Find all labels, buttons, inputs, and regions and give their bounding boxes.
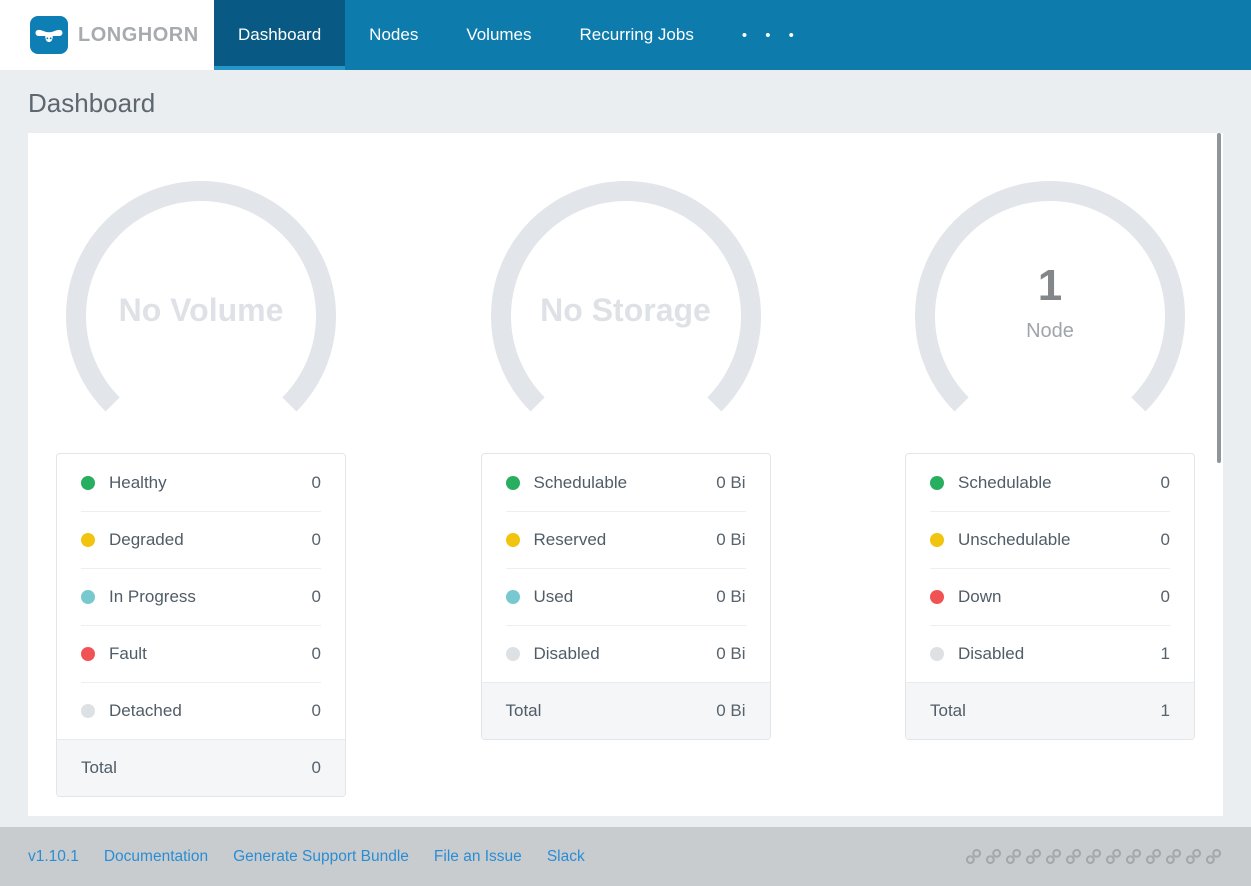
nav-tab-nodes[interactable]: Nodes [345,0,442,70]
link-icon [1125,848,1142,865]
legend-row-unschedulable: Unschedulable 0 [906,511,1194,568]
node-gauge: 1 Node [905,181,1195,421]
footer-link-icons [964,847,1223,866]
legend-total-row: Total 1 [906,682,1194,739]
legend-row-used: Used 0 Bi [482,568,770,625]
link-icon [1065,848,1082,865]
brand[interactable]: LONGHORN [0,0,214,70]
status-dot [930,532,944,547]
legend-row-detached: Detached 0 [57,682,345,739]
status-dot [930,589,944,604]
link-icon [985,848,1002,865]
link-icon [1045,848,1062,865]
legend-row-disabled: Disabled 0 Bi [482,625,770,682]
documentation-link[interactable]: Documentation [104,848,208,866]
version-link[interactable]: v1.10.1 [28,848,79,866]
storage-column: No Storage Schedulable 0 Bi Reserved 0 B… [453,133,878,816]
nav-tab-recurring-jobs[interactable]: Recurring Jobs [556,0,718,70]
legend-row-healthy: Healthy 0 [57,454,345,511]
status-dot [505,646,520,661]
storage-gauge: No Storage [481,181,771,421]
nav-tab-dashboard[interactable]: Dashboard [214,0,346,70]
volume-gauge: No Volume [56,181,346,421]
nav-overflow-menu[interactable]: • • • [718,0,820,70]
legend-row-schedulable: Schedulable 0 [906,454,1194,511]
link-icon [1165,848,1182,865]
vertical-scrollbar[interactable] [1217,133,1221,463]
legend-row-reserved: Reserved 0 Bi [482,511,770,568]
status-dot [505,532,520,547]
top-nav: LONGHORN Dashboard Nodes Volumes Recurri… [0,0,1251,70]
page-title: Dashboard [28,88,156,118]
storage-legend-card: Schedulable 0 Bi Reserved 0 Bi Used 0 Bi… [480,453,771,740]
legend-row-disabled: Disabled 1 [906,625,1194,682]
legend-row-down: Down 0 [906,568,1194,625]
volume-gauge-text: No Volume [118,291,284,328]
legend-total-row: Total 0 Bi [481,682,770,739]
link-icon [1025,848,1042,865]
status-dot [81,703,95,718]
legend-row-fault: Fault 0 [57,625,345,682]
nav-tab-volumes[interactable]: Volumes [442,0,555,70]
link-icon [965,848,982,865]
node-column: 1 Node Schedulable 0 Unschedulable 0 Dow… [877,133,1223,816]
status-dot [81,532,95,547]
status-dot [930,475,944,490]
status-dot [81,646,95,661]
status-dot [81,589,95,604]
node-count: 1 [1037,261,1063,311]
volume-legend-card: Healthy 0 Degraded 0 In Progress 0 Fault… [56,453,346,797]
longhorn-logo-icon [30,16,68,54]
link-icon [1085,848,1102,865]
link-icon [1205,848,1222,865]
link-icon [1005,848,1022,865]
brand-name: LONGHORN [78,23,199,46]
legend-row-schedulable: Schedulable 0 Bi [482,454,770,511]
link-icon [1145,848,1162,865]
slack-link[interactable]: Slack [547,848,585,866]
footer: v1.10.1 Documentation Generate Support B… [0,827,1251,886]
file-an-issue-link[interactable]: File an Issue [434,848,522,866]
link-icon [1105,848,1122,865]
legend-total-row: Total 0 [57,739,345,796]
generate-support-bundle-link[interactable]: Generate Support Bundle [233,848,409,866]
main-content: Dashboard No Volume Healthy 0 Degraded 0… [0,70,1251,816]
status-dot [505,589,520,604]
status-dot [505,475,520,490]
node-legend-card: Schedulable 0 Unschedulable 0 Down 0 Dis… [905,453,1195,740]
nav-tabs: Dashboard Nodes Volumes Recurring Jobs •… [214,0,820,70]
node-count-label: Node [1026,319,1074,342]
storage-gauge-text: No Storage [540,291,711,328]
volume-column: No Volume Healthy 0 Degraded 0 In Progre… [28,133,453,816]
legend-row-degraded: Degraded 0 [57,511,345,568]
status-dot [81,475,95,490]
legend-row-in-progress: In Progress 0 [57,568,345,625]
dashboard-panel: No Volume Healthy 0 Degraded 0 In Progre… [28,133,1223,816]
link-icon [1185,848,1202,865]
status-dot [930,646,944,661]
